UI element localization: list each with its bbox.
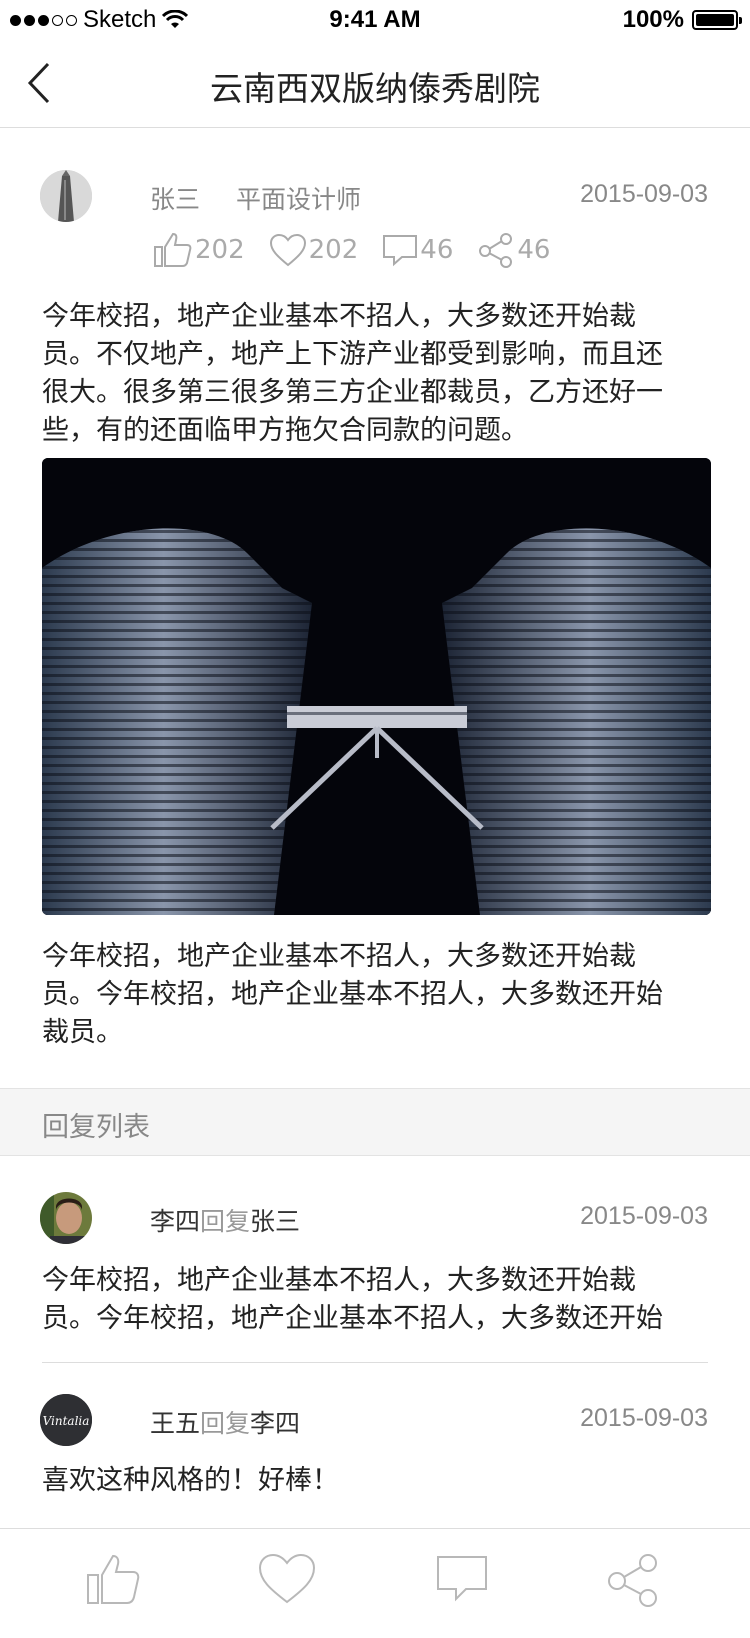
thumbs-up-icon[interactable] (86, 1553, 140, 1605)
battery-label: 100% (622, 6, 684, 33)
reply-author-line: 王五回复李四 (150, 1404, 300, 1440)
comment-icon (383, 235, 418, 267)
reply-body: 喜欢这种风格的！好棒！ (42, 1462, 702, 1500)
avatar-logo-text: Vintalia (43, 1414, 90, 1428)
share-stat[interactable]: 46 (477, 232, 550, 268)
reply-date: 2015-09-03 (580, 1404, 708, 1432)
share-icon (479, 233, 513, 268)
caption-line: 裁员。 (42, 1017, 123, 1048)
reply-list-header: 回复列表 (0, 1088, 750, 1156)
reply-to[interactable]: 李四 (250, 1409, 300, 1438)
post-body-line: 今年校招，地产企业基本不招人，大多数还开始裁 (42, 301, 636, 332)
comment-stat[interactable]: 46 (382, 233, 453, 267)
reply-to[interactable]: 张三 (250, 1207, 300, 1236)
reply-body-line: 今年校招，地产企业基本不招人，大多数还开始裁 (42, 1265, 636, 1296)
heart-icon[interactable] (258, 1553, 316, 1605)
bottom-action-bar (0, 1528, 750, 1638)
comment-count: 46 (420, 235, 454, 265)
share-icon[interactable] (606, 1553, 660, 1607)
reply-body: 今年校招，地产企业基本不招人，大多数还开始裁 员。今年校招，地产企业基本不招人，… (42, 1262, 702, 1338)
reply-avatar[interactable]: Vintalia (40, 1394, 92, 1446)
post-body-line: 员。不仅地产，地产上下游产业都受到影响，而且还 (42, 339, 663, 370)
author-role: 平面设计师 (236, 185, 362, 214)
reply-avatar[interactable] (40, 1192, 92, 1244)
like-stat[interactable]: 202 (153, 232, 245, 268)
author-avatar[interactable] (40, 170, 92, 222)
reply-from[interactable]: 李四 (150, 1207, 200, 1236)
caption-line: 员。今年校招，地产企业基本不招人，大多数还开始 (42, 979, 663, 1010)
like-count: 202 (195, 235, 245, 265)
caption-line: 今年校招，地产企业基本不招人，大多数还开始裁 (42, 941, 636, 972)
reply-verb: 回复 (200, 1409, 251, 1438)
post-date: 2015-09-03 (580, 180, 708, 208)
post-photo[interactable] (42, 458, 711, 915)
post-body-line: 些，有的还面临甲方拖欠合同款的问题。 (42, 415, 528, 446)
reply-body-line: 员。今年校招，地产企业基本不招人，大多数还开始 (42, 1303, 663, 1334)
post-stats: 202 202 46 46 (153, 232, 550, 268)
thumbs-up-icon (154, 232, 192, 267)
reply-author-line: 李四回复张三 (150, 1202, 300, 1238)
post-body-line: 很大。很多第三很多第三方企业都裁员，乙方还好一 (42, 377, 663, 408)
reply-verb: 回复 (200, 1207, 251, 1236)
reply-list-title: 回复列表 (42, 1112, 150, 1143)
reply-divider (42, 1362, 708, 1363)
photo-caption: 今年校招，地产企业基本不招人，大多数还开始裁 员。今年校招，地产企业基本不招人，… (42, 938, 702, 1052)
favorite-stat[interactable]: 202 (269, 233, 359, 267)
navigation-bar: 云南西双版纳傣秀剧院 (0, 40, 750, 128)
share-count: 46 (517, 235, 551, 265)
reply-body-line: 喜欢这种风格的！好棒！ (42, 1465, 339, 1496)
favorite-count: 202 (308, 235, 359, 265)
battery-group: 100% (622, 6, 742, 34)
page-title: 云南西双版纳傣秀剧院 (210, 69, 540, 108)
post-body: 今年校招，地产企业基本不招人，大多数还开始裁 员。不仅地产，地产上下游产业都受到… (42, 298, 702, 450)
status-bar: Sketch 9:41 AM 100% (0, 0, 750, 40)
author-name[interactable]: 张三 (150, 180, 200, 216)
reply-from[interactable]: 王五 (150, 1409, 200, 1438)
heart-icon (269, 233, 306, 267)
battery-icon (692, 10, 742, 30)
comment-icon[interactable] (436, 1553, 488, 1605)
reply-date: 2015-09-03 (580, 1202, 708, 1230)
